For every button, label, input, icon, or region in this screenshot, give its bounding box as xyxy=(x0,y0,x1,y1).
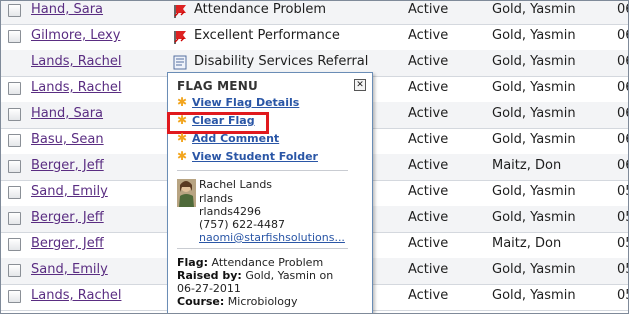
status-text: Active xyxy=(408,132,449,147)
raised-by: Gold, Yasmin xyxy=(492,210,576,225)
flag-type: Disability Services Referral xyxy=(194,54,369,69)
status-text: Active xyxy=(408,106,449,121)
status-text: Active xyxy=(408,54,449,69)
student-name-link[interactable]: Berger, Jeff xyxy=(31,158,104,173)
flag-menu-popup: FLAG MENU ✕ ✱ View Flag Details ✱ Clear Fl… xyxy=(167,72,373,313)
status-text: Active xyxy=(408,2,449,17)
divider xyxy=(177,170,348,171)
student-phone: (757) 622-4487 xyxy=(199,218,286,231)
row-checkbox[interactable] xyxy=(8,82,21,95)
course-value: Microbiology xyxy=(227,295,298,308)
add-comment-link[interactable]: ✱ Add Comment xyxy=(177,131,279,145)
status-text: Active xyxy=(408,158,449,173)
row-checkbox[interactable] xyxy=(8,290,21,303)
menu-item-label: View Flag Details xyxy=(192,96,300,109)
red-flag-icon[interactable] xyxy=(172,28,189,45)
date-cell: 06 xyxy=(617,80,628,95)
raised-by-detail: Raised by: Gold, Yasmin on xyxy=(177,269,333,282)
flag-detail: Flag: Attendance Problem xyxy=(177,256,323,269)
menu-item-label: Add Comment xyxy=(192,132,280,145)
table-row: Hand, Sara Attendance Problem Active Gol… xyxy=(1,1,628,25)
student-email-link[interactable]: naomi@starfishsolutions... xyxy=(199,231,345,244)
status-text: Active xyxy=(408,28,449,43)
flag-menu-title: FLAG MENU xyxy=(177,79,258,93)
student-name-link[interactable]: Gilmore, Lexy xyxy=(31,28,120,43)
date-cell: 05 xyxy=(617,236,628,251)
date-cell: 06 xyxy=(617,54,628,69)
divider xyxy=(177,248,348,249)
row-checkbox[interactable] xyxy=(8,186,21,199)
status-text: Active xyxy=(408,262,449,277)
close-icon[interactable]: ✕ xyxy=(354,79,366,91)
student-username: rlands xyxy=(199,192,234,205)
row-checkbox[interactable] xyxy=(8,108,21,121)
flag-value: Attendance Problem xyxy=(211,256,324,269)
status-text: Active xyxy=(408,184,449,199)
student-name-link[interactable]: Berger, Jeff xyxy=(31,236,104,251)
student-full-name: Rachel Lands xyxy=(199,178,273,191)
student-name-link[interactable]: Lands, Rachel xyxy=(31,288,121,303)
raised-by: Gold, Yasmin xyxy=(492,288,576,303)
student-name-link[interactable]: Berger, Jeff xyxy=(31,210,104,225)
course-detail: Course: Microbiology xyxy=(177,295,297,308)
student-name-link[interactable]: Basu, Sean xyxy=(31,132,104,147)
flag-list: Hand, Sara Attendance Problem Active Gol… xyxy=(0,0,629,314)
date-cell: 06 xyxy=(617,132,628,147)
student-name-link[interactable]: Lands, Rachel xyxy=(31,80,121,95)
star-icon: ✱ xyxy=(177,131,188,145)
date-cell: 05 xyxy=(617,210,628,225)
status-text: Active xyxy=(408,288,449,303)
avatar xyxy=(177,179,196,207)
status-text: Active xyxy=(408,80,449,95)
raised-by: Gold, Yasmin xyxy=(492,2,576,17)
red-flag-icon[interactable] xyxy=(172,2,189,19)
student-id: rlands4296 xyxy=(199,205,261,218)
student-name-link[interactable]: Hand, Sara xyxy=(31,106,103,121)
date-cell: 05 xyxy=(617,184,628,199)
star-icon: ✱ xyxy=(177,95,188,109)
raised-by: Maitz, Don xyxy=(492,158,562,173)
view-student-folder-link[interactable]: ✱ View Student Folder xyxy=(177,149,318,163)
date-cell: 06 xyxy=(617,28,628,43)
raised-by: Maitz, Don xyxy=(492,236,562,251)
raised-by: Gold, Yasmin xyxy=(492,184,576,199)
raised-by: Gold, Yasmin xyxy=(492,54,576,69)
student-name-link[interactable]: Lands, Rachel xyxy=(31,54,121,69)
raised-by: Gold, Yasmin xyxy=(492,132,576,147)
student-name-link[interactable]: Sand, Emily xyxy=(31,184,108,199)
raised-by: Gold, Yasmin xyxy=(492,262,576,277)
date-cell: 06 xyxy=(617,2,628,17)
date-cell: 06 xyxy=(617,158,628,173)
raised-by: Gold, Yasmin xyxy=(492,80,576,95)
status-text: Active xyxy=(408,210,449,225)
row-checkbox[interactable] xyxy=(8,160,21,173)
row-checkbox[interactable] xyxy=(8,134,21,147)
flag-type: Attendance Problem xyxy=(194,2,326,17)
raised-by-label: Raised by: xyxy=(177,269,242,282)
status-text: Active xyxy=(408,236,449,251)
table-row: Gilmore, Lexy Excellent Performance Acti… xyxy=(1,24,628,51)
flag-type: Excellent Performance xyxy=(194,28,340,43)
raised-by: Gold, Yasmin xyxy=(492,28,576,43)
row-checkbox[interactable] xyxy=(8,212,21,225)
student-name-link[interactable]: Sand, Emily xyxy=(31,262,108,277)
raised-by: Gold, Yasmin xyxy=(492,106,576,121)
date-cell: 05 xyxy=(617,288,628,303)
date-cell: 06 xyxy=(617,106,628,121)
note-icon[interactable] xyxy=(172,54,189,71)
raised-date: 06-27-2011 xyxy=(177,282,241,295)
date-cell: 05 xyxy=(617,262,628,277)
course-label: Course: xyxy=(177,295,225,308)
row-checkbox[interactable] xyxy=(8,4,21,17)
row-checkbox[interactable] xyxy=(8,238,21,251)
menu-item-label: View Student Folder xyxy=(192,150,318,163)
flag-label: Flag: xyxy=(177,256,208,269)
raised-by-value: Gold, Yasmin on xyxy=(245,269,334,282)
row-checkbox[interactable] xyxy=(8,30,21,43)
star-icon: ✱ xyxy=(177,149,188,163)
student-name-link[interactable]: Hand, Sara xyxy=(31,2,103,17)
view-flag-details-link[interactable]: ✱ View Flag Details xyxy=(177,95,299,109)
row-checkbox[interactable] xyxy=(8,264,21,277)
